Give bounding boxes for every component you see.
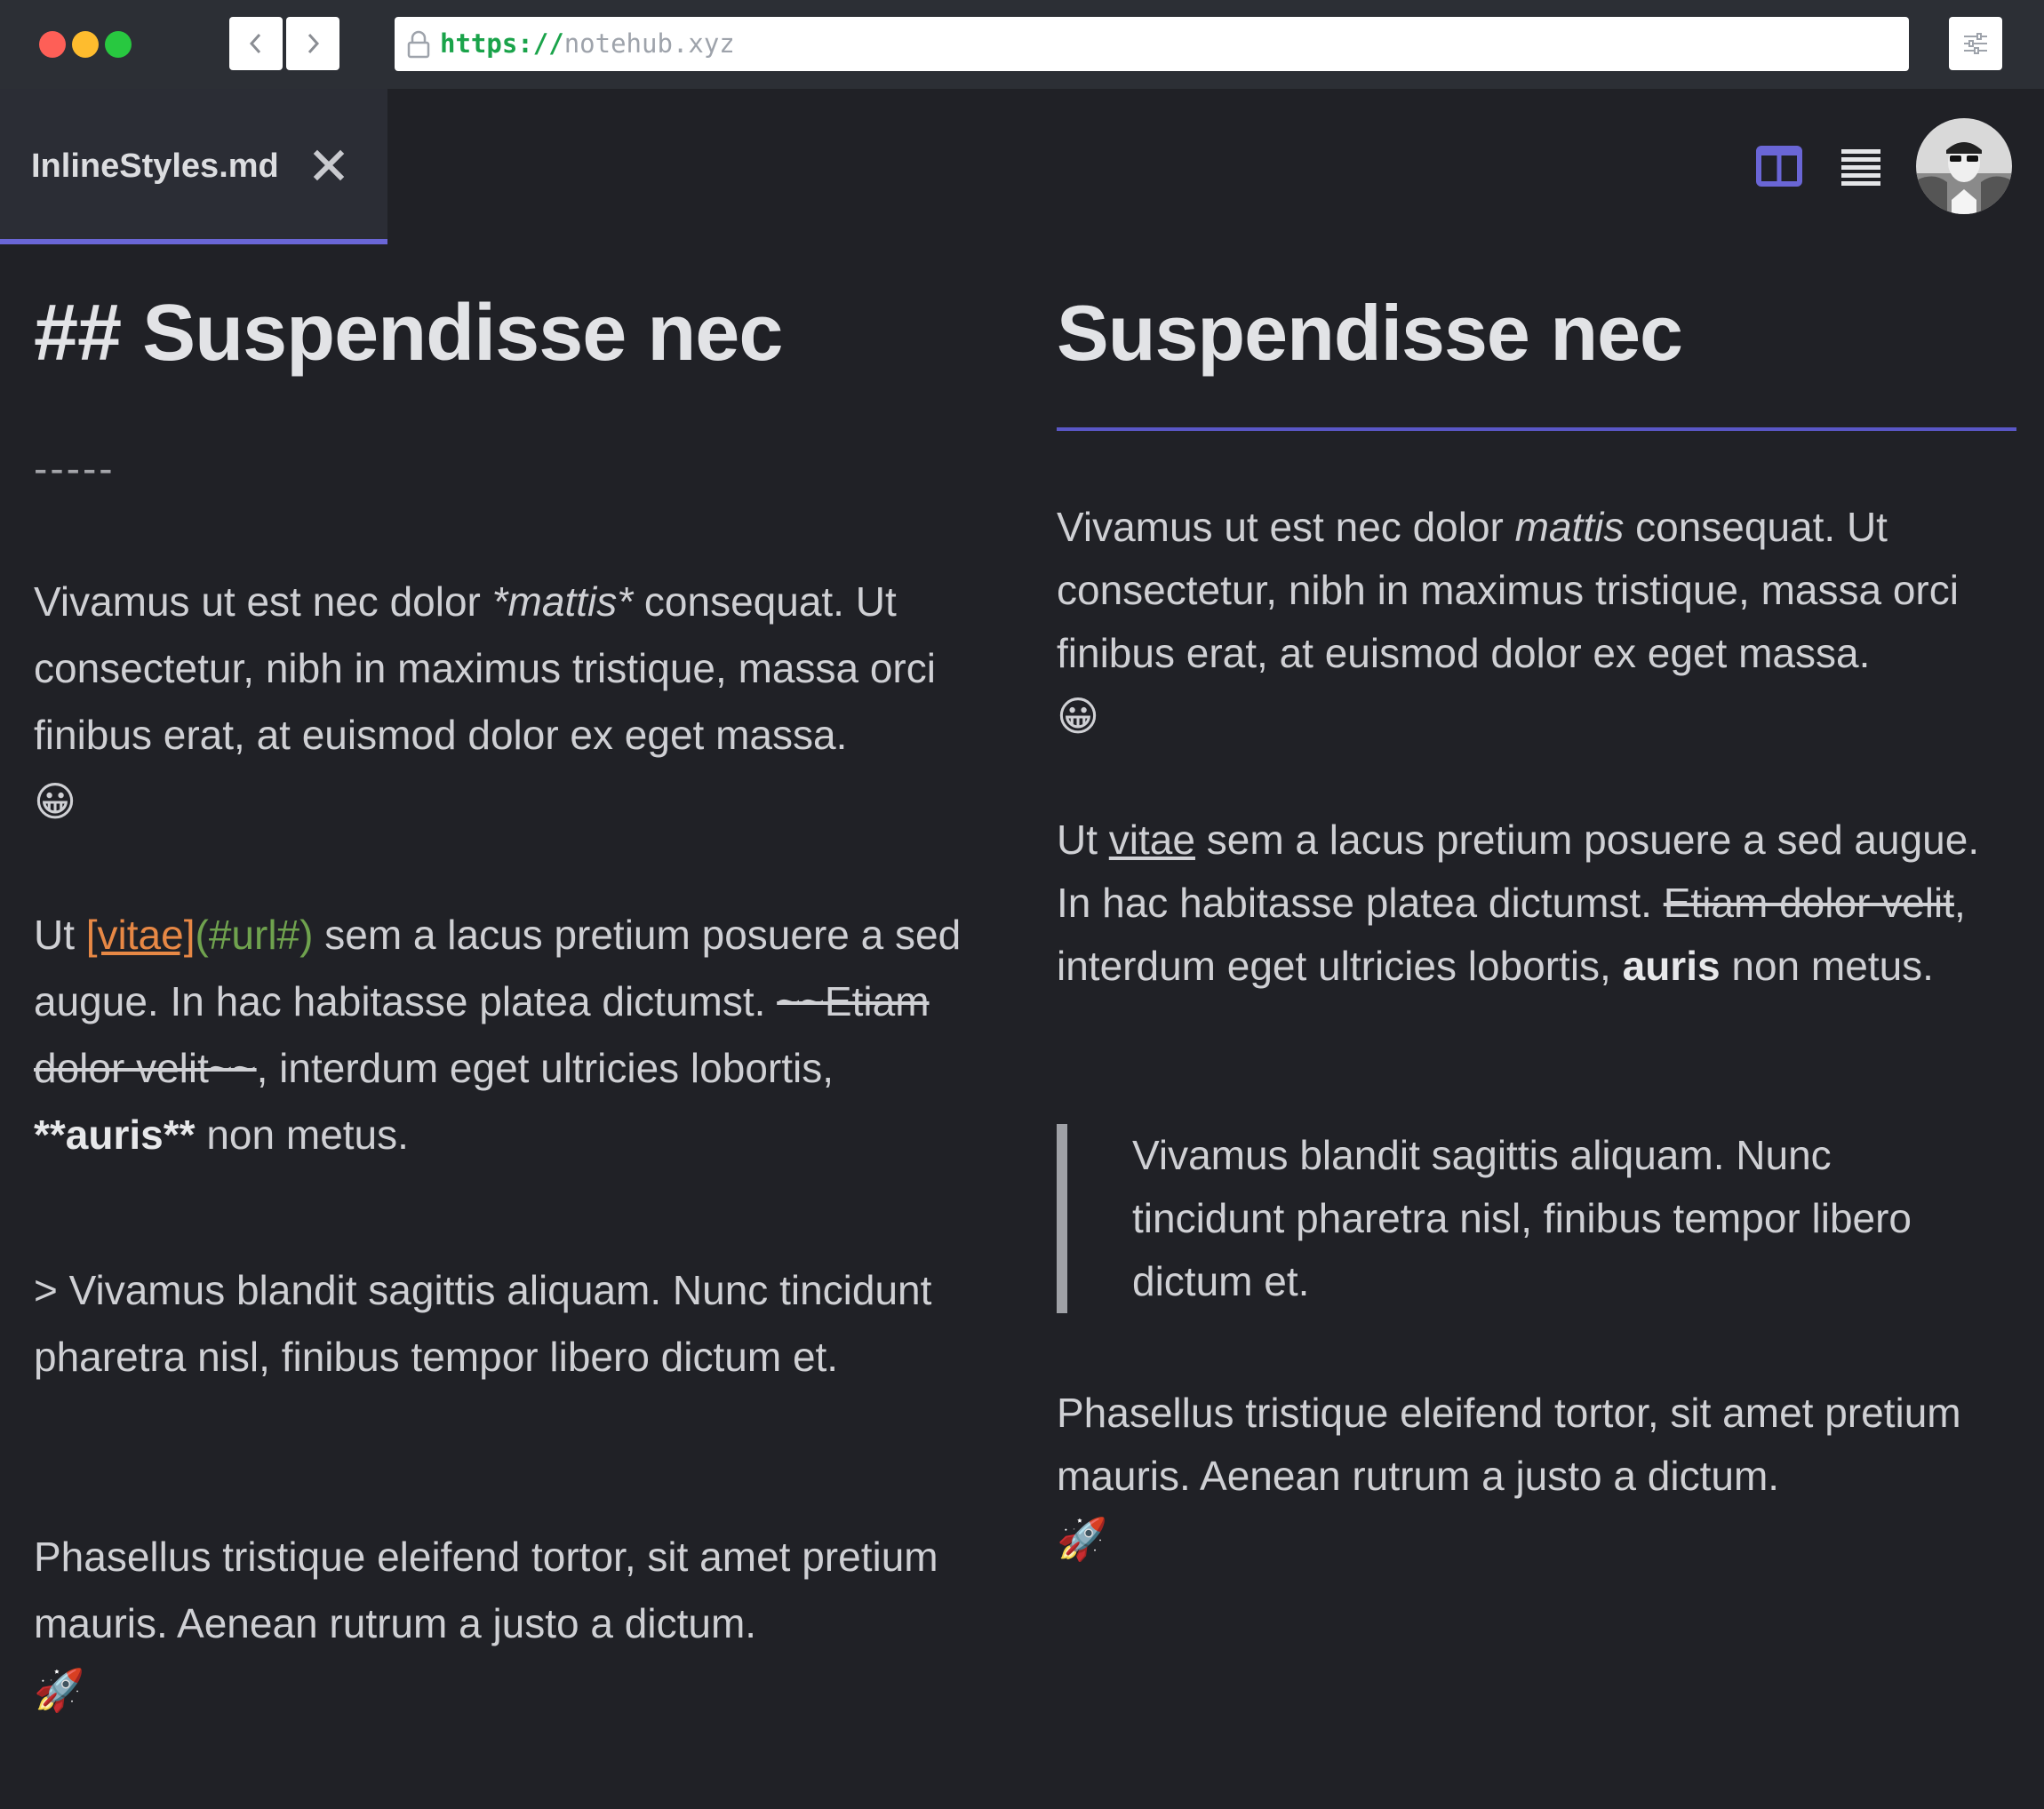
- chevron-left-icon: [249, 33, 261, 54]
- chevron-right-icon: [307, 33, 320, 54]
- editor-rule: -----: [34, 445, 116, 491]
- preview-paragraph-1: Vivamus ut est nec dolor mattis consequa…: [1057, 496, 2016, 752]
- strikethrough-text: Etiam dolor velit: [1663, 880, 1954, 926]
- rocket-emoji-icon: 🚀: [34, 1667, 85, 1713]
- preview-divider: [1057, 427, 2016, 431]
- grinning-emoji-icon: 😀: [1057, 693, 1099, 739]
- italic-text: mattis: [1514, 504, 1625, 550]
- preview-heading: Suspendisse nec: [1057, 289, 1683, 377]
- preview-link[interactable]: vitae: [1109, 817, 1195, 863]
- lock-icon: [407, 30, 430, 59]
- editor-paragraph-4: Phasellus tristique eleifend tortor, sit…: [34, 1524, 1002, 1724]
- preview-blockquote: Vivamus blandit sagittis aliquam. Nunc t…: [1057, 1124, 2016, 1313]
- text-run: Ut: [1057, 817, 1109, 863]
- text-run: Vivamus ut est nec dolor: [1057, 504, 1515, 550]
- preview-paragraph-2: Ut vitae sem a lacus pretium posuere a s…: [1057, 809, 2016, 998]
- tab-filename: InlineStyles.md: [31, 147, 279, 185]
- grinning-emoji-icon: 😀: [34, 778, 76, 825]
- window-minimize-dot[interactable]: [72, 31, 99, 58]
- back-button[interactable]: [229, 17, 283, 70]
- text-run: Vivamus ut est nec dolor: [34, 578, 492, 625]
- user-avatar[interactable]: [1916, 118, 2012, 214]
- browser-chrome: https://notehub.xyz: [0, 0, 2044, 89]
- preview-paragraph-4: Phasellus tristique eleifend tortor, sit…: [1057, 1382, 2016, 1574]
- italic-markup: *mattis*: [491, 578, 634, 625]
- text-run: non metus.: [1720, 943, 1934, 989]
- bold-markup: **auris**: [34, 1112, 196, 1158]
- split-view-icon[interactable]: [1756, 146, 1802, 187]
- editor-blockquote: > Vivamus blandit sagittis aliquam. Nunc…: [34, 1267, 932, 1380]
- text-run: Phasellus tristique eleifend tortor, sit…: [34, 1534, 938, 1646]
- window-close-dot[interactable]: [39, 31, 66, 58]
- link-url-markup: (#url#): [195, 912, 314, 958]
- window-maximize-dot[interactable]: [105, 31, 132, 58]
- rocket-emoji-icon: 🚀: [1057, 1516, 1108, 1562]
- text-run: Phasellus tristique eleifend tortor, sit…: [1057, 1390, 1961, 1499]
- editor-paragraph-2: Ut [vitae](#url#) sem a lacus pretium po…: [34, 902, 1002, 1168]
- text-run: Ut: [34, 912, 86, 958]
- list-view-icon[interactable]: [1840, 147, 1882, 187]
- close-icon[interactable]: [313, 149, 345, 181]
- settings-button[interactable]: [1949, 17, 2002, 70]
- sliders-icon: [1964, 33, 1987, 54]
- blockquote-text: Vivamus blandit sagittis aliquam. Nunc t…: [1132, 1132, 1912, 1304]
- editor-heading: ## Suspendisse nec: [34, 289, 783, 378]
- text-run: , interdum eget ultricies lobortis,: [256, 1045, 834, 1091]
- forward-button[interactable]: [286, 17, 339, 70]
- url-host: notehub.xyz: [563, 28, 735, 59]
- text-run: non metus.: [195, 1112, 409, 1158]
- file-tab[interactable]: InlineStyles.md: [0, 89, 387, 244]
- avatar-image: [1916, 118, 2012, 214]
- url-text: https://notehub.xyz: [440, 17, 735, 71]
- url-scheme: https://: [440, 28, 564, 59]
- address-bar[interactable]: https://notehub.xyz: [395, 17, 1909, 71]
- link-markup[interactable]: [vitae]: [86, 912, 196, 958]
- bold-text: auris: [1622, 943, 1721, 989]
- editor-paragraph-1: Vivamus ut est nec dolor *mattis* conseq…: [34, 569, 1002, 835]
